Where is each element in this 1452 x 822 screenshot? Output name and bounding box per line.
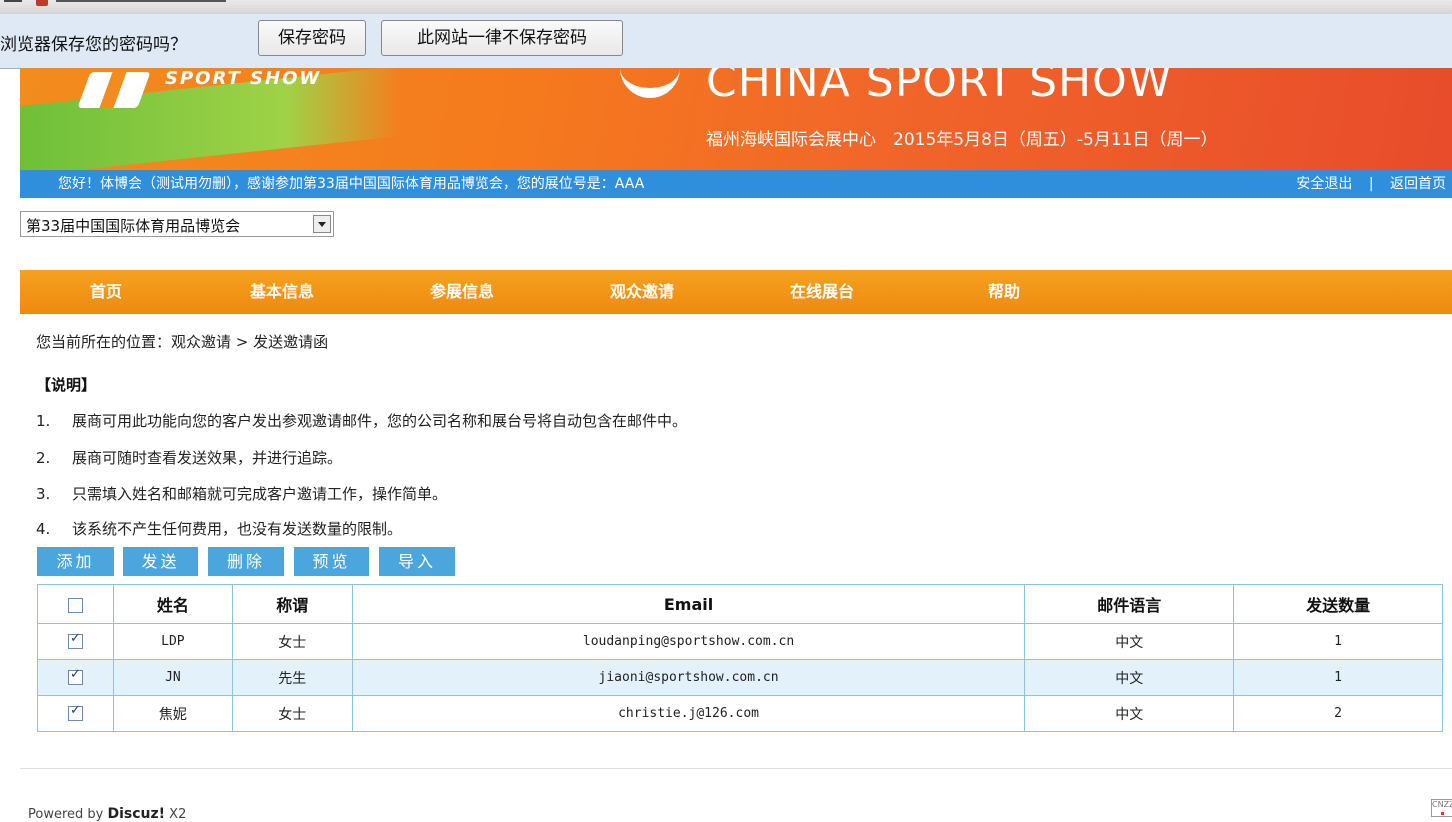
nav-item-basic-info[interactable]: 基本信息: [250, 270, 314, 314]
column-header-email: Email: [351, 584, 1026, 624]
main-nav: 首页 基本信息 参展信息 观众邀请 在线展台 帮助: [20, 270, 1452, 314]
column-header-language: 邮件语言: [1024, 584, 1235, 624]
column-header-title: 称谓: [231, 584, 353, 624]
cell-name: JN: [112, 659, 233, 696]
send-button[interactable]: 发送: [123, 547, 198, 576]
powered-brand[interactable]: Discuz!: [107, 806, 165, 822]
banner-arc-decoration: [620, 68, 680, 98]
powered-by: Powered by Discuz! X2: [28, 806, 186, 822]
import-button[interactable]: 导入: [379, 547, 455, 576]
cell-count: 1: [1233, 623, 1443, 660]
banner-logo-text: SPORT SHOW: [165, 68, 322, 89]
nav-item-online-booth[interactable]: 在线展台: [790, 270, 854, 314]
row-select-cell: [37, 659, 114, 696]
nav-item-home[interactable]: 首页: [90, 270, 122, 314]
cell-language: 中文: [1024, 695, 1235, 732]
window-title-text: [56, 0, 226, 2]
save-password-button[interactable]: 保存密码: [258, 20, 366, 56]
site-banner: SPORT SHOW CHINA SPORT SHOW 福州海峡国际会展中心 2…: [20, 68, 1452, 170]
note-text: 展商可随时查看发送效果，并进行追踪。: [72, 449, 343, 467]
breadcrumb: 您当前所在的位置：观众邀请 > 发送邀请函: [36, 333, 329, 351]
row-checkbox[interactable]: [67, 703, 83, 721]
note-text: 该系统不产生任何费用，也没有发送数量的限制。: [72, 520, 403, 538]
note-item: 3. 只需填入姓名和邮箱就可完成客户邀请工作，操作简单。: [36, 483, 447, 504]
cell-email: christie.j@126.com: [351, 695, 1026, 732]
password-save-bar: 浏览器保存您的密码吗？ 保存密码 此网站一律不保存密码: [0, 14, 1452, 69]
note-number: 1.: [36, 412, 51, 430]
notes-title: 【说明】: [36, 376, 97, 394]
row-checkbox[interactable]: [67, 667, 83, 685]
note-number: 4.: [36, 520, 51, 538]
row-checkbox[interactable]: [67, 631, 83, 649]
table-row: 焦妮 女士 christie.j@126.com 中文 2: [37, 695, 1443, 732]
cell-count: 1: [1233, 659, 1443, 696]
note-number: 2.: [36, 449, 51, 467]
cell-email: loudanping@sportshow.com.cn: [351, 623, 1026, 660]
note-item: 2. 展商可随时查看发送效果，并进行追踪。: [36, 447, 342, 468]
preview-button[interactable]: 预览: [294, 547, 369, 576]
banner-title: CHINA SPORT SHOW: [706, 68, 1173, 107]
cnzz-badge[interactable]: CNZZ: [1431, 799, 1452, 817]
nav-item-exhibit-info[interactable]: 参展信息: [430, 270, 494, 314]
table-header-row: 姓名 称谓 Email 邮件语言 发送数量: [37, 584, 1443, 624]
logout-link[interactable]: 安全退出: [1296, 176, 1352, 192]
note-text: 只需填入姓名和邮箱就可完成客户邀请工作，操作简单。: [72, 485, 448, 503]
greeting-text: 您好！体博会（测试用勿删），感谢参加第33届中国国际体育用品博览会，您的展位号是…: [58, 176, 645, 192]
cell-count: 2: [1233, 695, 1443, 732]
cell-email: jiaoni@sportshow.com.cn: [351, 659, 1026, 696]
nav-item-visitor-invite[interactable]: 观众邀请: [610, 270, 674, 314]
nav-item-help[interactable]: 帮助: [988, 270, 1020, 314]
add-button[interactable]: 添加: [37, 547, 114, 576]
delete-button[interactable]: 删除: [208, 547, 284, 576]
expo-select[interactable]: 第33届中国国际体育用品博览会: [20, 211, 334, 237]
user-info-bar: 您好！体博会（测试用勿删），感谢参加第33届中国国际体育用品博览会，您的展位号是…: [20, 170, 1452, 198]
cell-language: 中文: [1024, 659, 1235, 696]
link-separator: |: [1368, 176, 1374, 192]
password-save-question: 浏览器保存您的密码吗？: [0, 35, 187, 55]
row-select-cell: [37, 623, 114, 660]
column-header-count: 发送数量: [1233, 584, 1443, 624]
user-links: 安全退出 | 返回首页: [1296, 170, 1446, 198]
table-row: JN 先生 jiaoni@sportshow.com.cn 中文 1: [37, 659, 1443, 696]
expo-select-value: 第33届中国国际体育用品博览会: [26, 217, 241, 235]
recipients-table: 姓名 称谓 Email 邮件语言 发送数量 LDP 女士 loudanping@…: [37, 584, 1443, 732]
cell-title: 先生: [231, 659, 353, 696]
select-all-checkbox[interactable]: [67, 597, 83, 613]
never-save-password-button[interactable]: 此网站一律不保存密码: [381, 20, 623, 56]
home-link[interactable]: 返回首页: [1390, 176, 1446, 192]
footer-divider: [20, 768, 1452, 769]
column-header-name: 姓名: [112, 584, 233, 624]
note-item: 1. 展商可用此功能向您的客户发出参观邀请邮件，您的公司名称和展台号将自动包含在邮…: [36, 410, 687, 431]
note-text: 展商可用此功能向您的客户发出参观邀请邮件，您的公司名称和展台号将自动包含在邮件中…: [72, 412, 688, 430]
window-menu-icon: [4, 0, 22, 2]
window-title-strip: [0, 0, 1452, 15]
table-row: LDP 女士 loudanping@sportshow.com.cn 中文 1: [37, 623, 1443, 660]
cell-language: 中文: [1024, 623, 1235, 660]
select-all-cell: [37, 584, 114, 624]
banner-venue-dates: 福州海峡国际会展中心 2015年5月8日（周五）-5月11日（周一）: [706, 130, 1218, 150]
note-number: 3.: [36, 485, 51, 503]
chevron-down-icon[interactable]: [313, 215, 331, 233]
cell-title: 女士: [231, 695, 353, 732]
cell-name: LDP: [112, 623, 233, 660]
favicon-icon: [36, 0, 48, 6]
cell-title: 女士: [231, 623, 353, 660]
row-select-cell: [37, 695, 114, 732]
cell-name: 焦妮: [112, 695, 233, 732]
note-item: 4. 该系统不产生任何费用，也没有发送数量的限制。: [36, 518, 402, 539]
